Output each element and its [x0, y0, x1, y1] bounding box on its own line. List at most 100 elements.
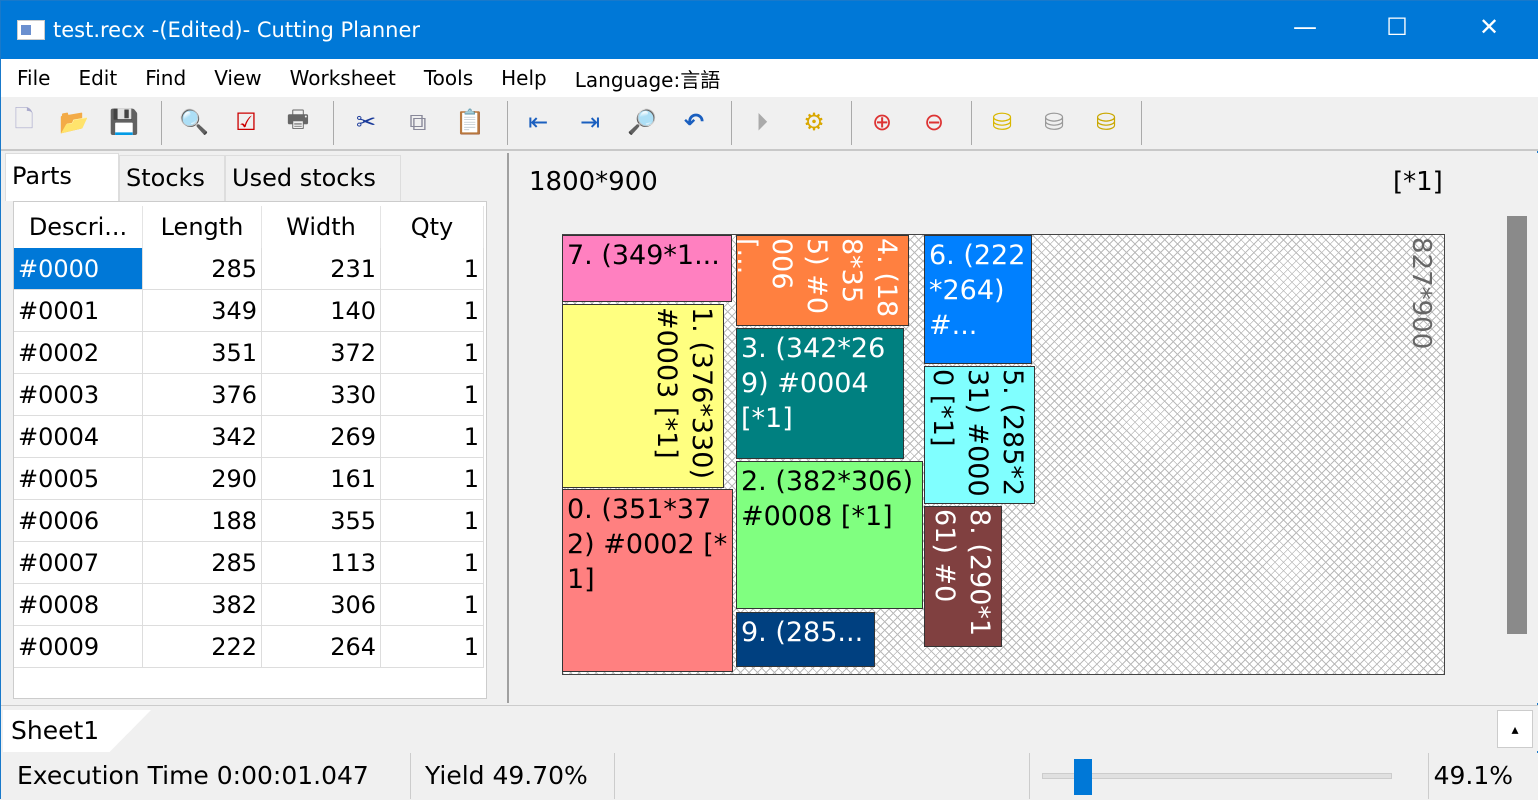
menu-find[interactable]: Find	[145, 66, 186, 90]
table-row[interactable]: #0007 285 113 1	[14, 542, 484, 584]
cell-description[interactable]: #0006	[14, 500, 143, 542]
cell-qty[interactable]: 1	[381, 248, 484, 290]
minimize-button[interactable]: —	[1285, 13, 1325, 41]
cell-description[interactable]: #0008	[14, 584, 143, 626]
search-icon[interactable]: 🔎	[625, 105, 659, 139]
remove-stock-icon[interactable]: ⛁	[1037, 105, 1071, 139]
cell-length[interactable]: 222	[143, 626, 262, 668]
table-row[interactable]: #0002 351 372 1	[14, 332, 484, 374]
table-row[interactable]: #0008 382 306 1	[14, 584, 484, 626]
cell-length[interactable]: 290	[143, 458, 262, 500]
cell-width[interactable]: 231	[262, 248, 381, 290]
piece-5[interactable]: 5. (285*231) #0000 [*1]	[924, 366, 1035, 504]
cell-length[interactable]: 382	[143, 584, 262, 626]
cell-qty[interactable]: 1	[381, 290, 484, 332]
cell-qty[interactable]: 1	[381, 584, 484, 626]
menu-file[interactable]: File	[17, 66, 50, 90]
piece-4[interactable]: 4. (188*355) #0006 [...	[736, 235, 909, 326]
piece-6[interactable]: 6. (222*264) #...	[924, 235, 1032, 364]
paste-icon[interactable]: 📋	[453, 105, 487, 139]
cell-description[interactable]: #0002	[14, 332, 143, 374]
cell-length[interactable]: 349	[143, 290, 262, 332]
piece-0[interactable]: 0. (351*372) #0002 [*1]	[562, 489, 733, 672]
cell-qty[interactable]: 1	[381, 416, 484, 458]
cell-width[interactable]: 355	[262, 500, 381, 542]
cell-length[interactable]: 285	[143, 248, 262, 290]
cell-qty[interactable]: 1	[381, 500, 484, 542]
column-description[interactable]: Descri...	[14, 206, 143, 248]
piece-2[interactable]: 2. (382*306) #0008 [*1]	[736, 461, 923, 609]
sheet-scroll-button[interactable]: ▴	[1497, 710, 1533, 748]
preview-icon[interactable]: 🔍	[177, 105, 211, 139]
cell-width[interactable]: 372	[262, 332, 381, 374]
cell-length[interactable]: 285	[143, 542, 262, 584]
cell-description[interactable]: #0000	[14, 248, 143, 290]
menu-worksheet[interactable]: Worksheet	[290, 66, 396, 90]
piece-1[interactable]: 1. (376*330) #0003 [*1]	[562, 304, 724, 488]
cell-description[interactable]: #0001	[14, 290, 143, 332]
menu-view[interactable]: View	[214, 66, 261, 90]
cell-description[interactable]: #0009	[14, 626, 143, 668]
align-right-icon[interactable]: ⇥	[573, 105, 607, 139]
cell-qty[interactable]: 1	[381, 458, 484, 500]
open-folder-icon[interactable]: 📂	[57, 105, 91, 139]
tab-stocks[interactable]: Stocks	[119, 155, 225, 201]
cell-length[interactable]: 376	[143, 374, 262, 416]
check-icon[interactable]: ☑	[229, 105, 263, 139]
table-row[interactable]: #0001 349 140 1	[14, 290, 484, 332]
close-button[interactable]: ✕	[1469, 13, 1509, 41]
cell-width[interactable]: 140	[262, 290, 381, 332]
cell-width[interactable]: 161	[262, 458, 381, 500]
zoom-slider[interactable]	[1029, 753, 1429, 799]
settings-icon[interactable]: ⚙	[797, 105, 831, 139]
cell-description[interactable]: #0005	[14, 458, 143, 500]
cell-length[interactable]: 351	[143, 332, 262, 374]
menu-tools[interactable]: Tools	[424, 66, 473, 90]
cell-qty[interactable]: 1	[381, 332, 484, 374]
tab-parts[interactable]: Parts	[5, 153, 119, 201]
cell-width[interactable]: 264	[262, 626, 381, 668]
undo-icon[interactable]: ↶	[677, 105, 711, 139]
cell-width[interactable]: 113	[262, 542, 381, 584]
column-qty[interactable]: Qty	[381, 206, 484, 248]
column-length[interactable]: Length	[143, 206, 262, 248]
align-left-icon[interactable]: ⇤	[521, 105, 555, 139]
piece-7[interactable]: 7. (349*1...	[562, 235, 732, 302]
cut-icon[interactable]: ✂	[349, 105, 383, 139]
sheet-tab[interactable]: Sheet1	[3, 710, 151, 752]
cell-width[interactable]: 306	[262, 584, 381, 626]
table-row[interactable]: #0009 222 264 1	[14, 626, 484, 668]
table-row[interactable]: #0004 342 269 1	[14, 416, 484, 458]
add-stock-icon[interactable]: ⛁	[985, 105, 1019, 139]
table-row[interactable]: #0003 376 330 1	[14, 374, 484, 416]
stock-settings-icon[interactable]: ⛁	[1089, 105, 1123, 139]
vertical-scrollbar[interactable]	[1507, 216, 1527, 634]
cell-width[interactable]: 330	[262, 374, 381, 416]
cell-qty[interactable]: 1	[381, 542, 484, 584]
menu-edit[interactable]: Edit	[78, 66, 117, 90]
table-row[interactable]: #0000 285 231 1	[14, 248, 484, 290]
cell-qty[interactable]: 1	[381, 626, 484, 668]
cell-length[interactable]: 188	[143, 500, 262, 542]
new-file-icon[interactable]: 🗋	[7, 105, 41, 139]
zoom-in-icon[interactable]: ⊕	[865, 105, 899, 139]
print-icon[interactable]: 🖶	[281, 105, 315, 139]
table-row[interactable]: #0006 188 355 1	[14, 500, 484, 542]
cell-width[interactable]: 269	[262, 416, 381, 458]
save-icon[interactable]: 💾	[107, 105, 141, 139]
cell-description[interactable]: #0003	[14, 374, 143, 416]
cell-description[interactable]: #0007	[14, 542, 143, 584]
cell-qty[interactable]: 1	[381, 374, 484, 416]
menu-language[interactable]: Language:言語	[575, 64, 720, 93]
piece-9[interactable]: 9. (285...	[736, 612, 875, 667]
table-row[interactable]: #0005 290 161 1	[14, 458, 484, 500]
slider-thumb[interactable]	[1073, 759, 1092, 795]
column-width[interactable]: Width	[262, 206, 381, 248]
piece-8[interactable]: 8. (290*161) #00...	[924, 506, 1002, 647]
run-icon[interactable]: ⏵	[745, 105, 779, 139]
zoom-out-icon[interactable]: ⊖	[917, 105, 951, 139]
piece-3[interactable]: 3. (342*269) #0004 [*1]	[736, 328, 904, 459]
parts-table[interactable]: Descri... Length Width Qty #0000 285 231 1 #…	[13, 201, 487, 699]
tab-used-stocks[interactable]: Used stocks	[225, 155, 401, 201]
cell-length[interactable]: 342	[143, 416, 262, 458]
